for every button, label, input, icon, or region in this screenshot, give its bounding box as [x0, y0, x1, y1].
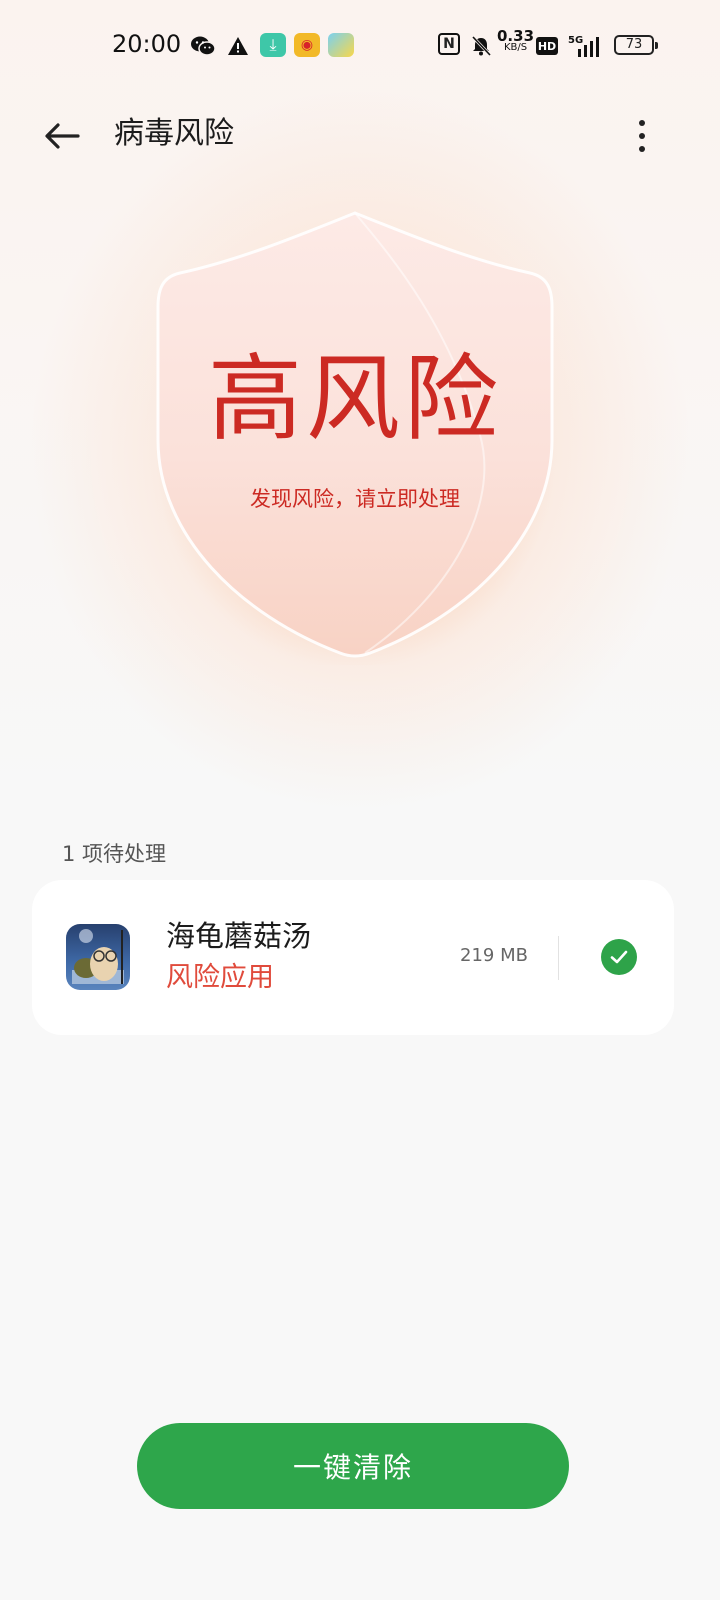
check-icon	[610, 950, 628, 964]
select-checkbox[interactable]	[601, 939, 637, 975]
wechat-icon	[190, 33, 216, 59]
risk-level: 高风险	[207, 345, 502, 454]
pending-count: 1 项待处理	[62, 842, 167, 866]
more-button[interactable]	[622, 114, 662, 158]
page-title: 病毒风险	[114, 116, 234, 151]
app-name: 海龟蘑菇汤	[166, 919, 312, 953]
risk-tag: 风险应用	[166, 962, 274, 993]
warning-icon	[226, 33, 250, 59]
risk-shield: 高风险 发现风险，请立即处理	[150, 205, 560, 665]
more-icon	[639, 120, 645, 126]
status-time: 20:00	[112, 30, 182, 58]
risk-message: 发现风险，请立即处理	[250, 487, 460, 511]
status-bar: 20:00 ⤓ ◉ N 0.33 KB/S HD 5G 73	[0, 0, 720, 92]
app-icon	[66, 924, 130, 990]
one-click-clean-button[interactable]: 一键清除	[137, 1423, 569, 1509]
signal-icon: 5G	[566, 33, 606, 59]
battery-icon: 73	[614, 35, 658, 55]
battery-level: 73	[625, 37, 643, 52]
hd-badge: HD	[536, 37, 558, 55]
back-arrow-icon	[45, 123, 80, 149]
download-icon: ⤓	[260, 33, 286, 57]
network-type: 5G	[568, 35, 583, 46]
nfc-icon: N	[438, 33, 460, 55]
weibo-icon: ◉	[294, 33, 320, 57]
list-item[interactable]: 海龟蘑菇汤 风险应用 219 MB	[32, 880, 674, 1035]
game-icon	[328, 33, 354, 57]
network-speed: 0.33 KB/S	[497, 27, 535, 54]
mute-icon	[468, 33, 494, 59]
app-size: 219 MB	[460, 945, 528, 966]
network-speed-value: 0.33	[497, 27, 535, 45]
divider	[558, 936, 559, 980]
back-button[interactable]	[40, 114, 84, 158]
